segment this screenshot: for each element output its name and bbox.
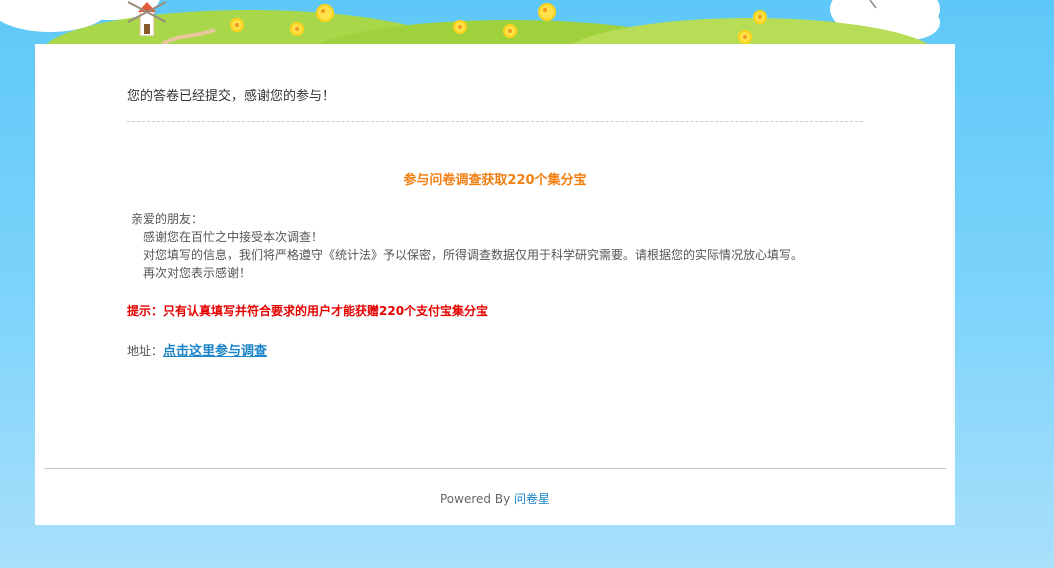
footer-divider [44, 468, 946, 469]
body-line: 对您填写的信息，我们将严格遵守《统计法》予以保密，所得调查数据仅用于科学研究需要… [143, 248, 804, 262]
survey-link[interactable]: 点击这里参与调查 [163, 344, 267, 359]
flower-icon [292, 24, 302, 34]
survey-title: 参与问卷调查获取220个集分宝 [403, 173, 587, 188]
kite-string-icon [869, 0, 877, 9]
brand-link[interactable]: 问卷星 [514, 492, 550, 506]
powered-by-text: Powered By [440, 492, 514, 506]
flower-icon [232, 20, 242, 30]
flower-icon [318, 6, 332, 20]
flower-icon [540, 5, 554, 19]
dashed-divider [127, 121, 863, 122]
flower-icon [505, 26, 515, 36]
submission-message: 您的答卷已经提交，感谢您的参与！ [127, 89, 336, 104]
flower-icon [740, 32, 750, 42]
path-icon [161, 28, 216, 44]
reward-tip: 提示：只有认真填写并符合要求的用户才能获赠220个支付宝集分宝 [127, 304, 489, 318]
footer: Powered By 问卷星 [35, 490, 955, 507]
survey-description: 亲爱的朋友： 感谢您在百忙之中接受本次调查！ 对您填写的信息，我们将严格遵守《统… [131, 210, 803, 282]
content-card: 您的答卷已经提交，感谢您的参与！ 参与问卷调查获取220个集分宝 亲爱的朋友： … [35, 44, 955, 525]
flower-icon [455, 22, 465, 32]
greeting: 亲爱的朋友： [131, 212, 204, 226]
address-row: 地址：点击这里参与调查 [127, 340, 267, 359]
landscape-banner [0, 0, 1054, 44]
body-line: 感谢您在百忙之中接受本次调查！ [143, 230, 324, 244]
body-line: 再次对您表示感谢！ [143, 266, 252, 280]
flower-icon [755, 12, 765, 22]
address-label: 地址： [127, 344, 164, 358]
